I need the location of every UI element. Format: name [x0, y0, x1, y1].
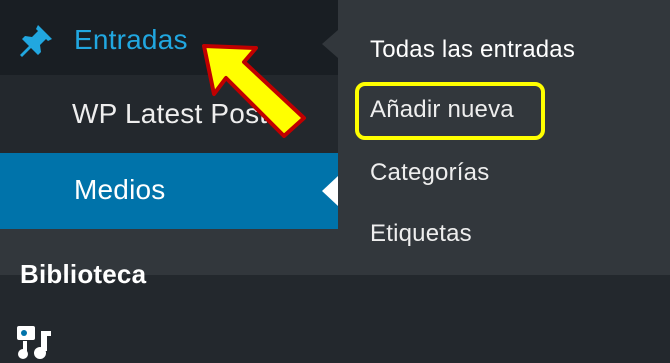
submenu-item-etiquetas[interactable]: Etiquetas [370, 220, 472, 248]
submenu-pointer [322, 30, 338, 58]
sidebar-subitem-biblioteca[interactable]: Biblioteca [0, 229, 338, 289]
sidebar-item-label: Medios [74, 174, 166, 205]
sidebar-item-label: Entradas [74, 24, 188, 55]
submenu-item-todas-las-entradas[interactable]: Todas las entradas [370, 36, 575, 64]
highlight-annotation-box [355, 82, 545, 140]
sidebar-item-medios[interactable]: Medios [0, 153, 338, 359]
submenu-item-categorias[interactable]: Categorías [370, 159, 489, 187]
annotation-arrow-icon [202, 44, 306, 138]
pin-icon [20, 25, 52, 57]
media-icon [17, 326, 51, 359]
current-item-pointer [322, 176, 338, 206]
